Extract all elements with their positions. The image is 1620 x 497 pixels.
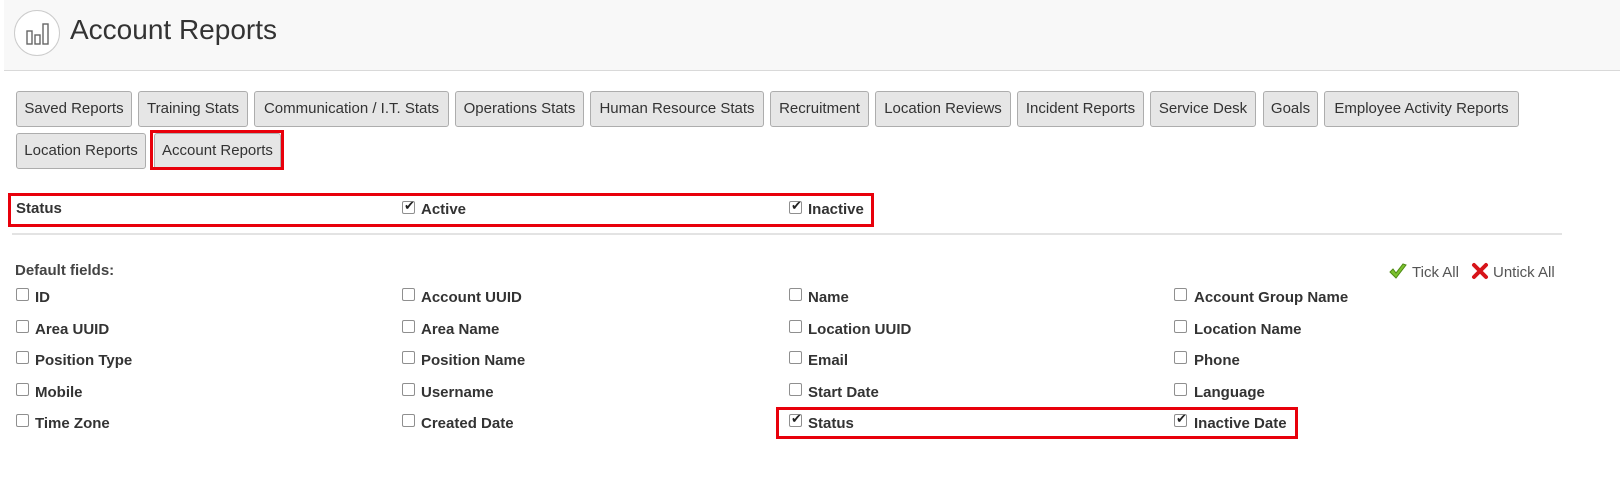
status-filter-label: Status (16, 200, 62, 217)
tab-employee-activity-reports[interactable]: Employee Activity Reports (1324, 91, 1519, 127)
field-label-phone: Phone (1194, 352, 1240, 369)
field-label-created-date: Created Date (421, 415, 514, 432)
field-label-status: Status (808, 415, 854, 432)
field-checkbox-status[interactable] (789, 411, 802, 427)
field-label-start-date: Start Date (808, 384, 879, 401)
field-checkbox-position-name[interactable] (402, 351, 415, 364)
field-label-mobile: Mobile (35, 384, 83, 401)
checkmark-icon (1388, 262, 1408, 284)
field-label-time-zone: Time Zone (35, 415, 110, 432)
status-inactive-checkbox[interactable] (789, 198, 802, 214)
field-label-location-name: Location Name (1194, 321, 1302, 338)
close-icon (1471, 262, 1489, 284)
field-checkbox-email[interactable] (789, 351, 802, 364)
field-label-position-name: Position Name (421, 352, 526, 369)
field-checkbox-area-uuid[interactable] (16, 320, 29, 333)
field-checkbox-account-uuid[interactable] (402, 288, 415, 301)
tab-account-reports[interactable]: Account Reports (154, 133, 281, 169)
field-label-name: Name (808, 289, 849, 306)
field-checkbox-start-date[interactable] (789, 383, 802, 396)
field-checkbox-id[interactable] (16, 288, 29, 301)
field-checkbox-mobile[interactable] (16, 383, 29, 396)
tab-training-stats[interactable]: Training Stats (138, 91, 248, 127)
status-active-checkbox[interactable] (402, 198, 415, 214)
field-label-location-uuid: Location UUID (808, 321, 912, 338)
field-checkbox-location-name[interactable] (1174, 320, 1187, 333)
field-checkbox-position-type[interactable] (16, 351, 29, 364)
default-fields-label: Default fields: (15, 262, 115, 279)
field-label-inactive-date: Inactive Date (1194, 415, 1287, 432)
field-checkbox-language[interactable] (1174, 383, 1187, 396)
tab-goals[interactable]: Goals (1263, 91, 1318, 127)
field-label-area-uuid: Area UUID (35, 321, 110, 338)
field-label-account-uuid: Account UUID (421, 289, 522, 306)
field-checkbox-inactive-date[interactable] (1174, 411, 1187, 427)
field-label-position-type: Position Type (35, 352, 133, 369)
field-checkbox-created-date[interactable] (402, 414, 415, 427)
field-label-email: Email (808, 352, 849, 369)
page-title: Account Reports (70, 14, 277, 45)
status-active-label: Active (421, 201, 467, 218)
tab-operations-stats[interactable]: Operations Stats (455, 91, 584, 127)
field-label-account-group-name: Account Group Name (1194, 289, 1349, 306)
field-label-language: Language (1194, 384, 1265, 401)
tab-incident-reports[interactable]: Incident Reports (1017, 91, 1144, 127)
field-checkbox-location-uuid[interactable] (789, 320, 802, 333)
field-label-username: Username (421, 384, 494, 401)
status-inactive-label: Inactive (808, 201, 864, 218)
untick-all-button[interactable]: Untick All (1471, 262, 1555, 284)
field-checkbox-phone[interactable] (1174, 351, 1187, 364)
bar-chart-icon (14, 10, 60, 56)
tab-human-resource-stats[interactable]: Human Resource Stats (590, 91, 764, 127)
field-checkbox-time-zone[interactable] (16, 414, 29, 427)
tab-recruitment[interactable]: Recruitment (770, 91, 869, 127)
field-label-id: ID (35, 289, 50, 306)
tab-service-desk[interactable]: Service Desk (1150, 91, 1256, 127)
field-checkbox-name[interactable] (789, 288, 802, 301)
field-label-area-name: Area Name (421, 321, 500, 338)
field-checkbox-username[interactable] (402, 383, 415, 396)
field-checkbox-account-group-name[interactable] (1174, 288, 1187, 301)
tab-location-reviews[interactable]: Location Reviews (875, 91, 1011, 127)
tab-location-reports[interactable]: Location Reports (16, 133, 146, 169)
tab-saved-reports[interactable]: Saved Reports (16, 91, 132, 127)
page-header: Account Reports (4, 0, 1620, 71)
tick-all-button[interactable]: Tick All (1388, 262, 1459, 284)
divider (12, 233, 1562, 235)
tab-communication-it-stats[interactable]: Communication / I.T. Stats (254, 91, 449, 127)
field-checkbox-area-name[interactable] (402, 320, 415, 333)
